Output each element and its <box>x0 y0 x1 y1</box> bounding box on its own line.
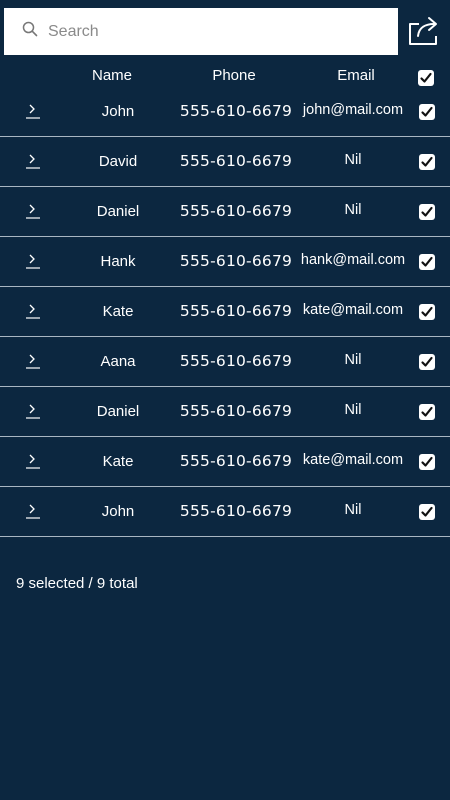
contact-name: John <box>101 103 135 120</box>
table-row[interactable]: John 555-610-6679 john@mail.com <box>0 87 450 137</box>
checkmark-icon <box>420 72 432 83</box>
chevron-right-icon[interactable] <box>26 451 40 469</box>
checkmark-icon <box>421 306 433 317</box>
select-all-checkbox[interactable] <box>418 70 434 86</box>
contact-phone: 555-610-6679 <box>179 152 293 170</box>
chevron-right-icon[interactable] <box>26 301 40 319</box>
contact-email: kate@mail.com <box>302 452 404 468</box>
row-checkbox[interactable] <box>419 254 435 270</box>
search-icon <box>22 21 38 42</box>
chevron-right-icon[interactable] <box>26 151 40 169</box>
table-header: Name Phone Email <box>0 64 450 88</box>
search-input[interactable] <box>46 21 350 42</box>
contact-email: john@mail.com <box>302 102 404 118</box>
selection-status: 9 selected / 9 total <box>16 575 138 592</box>
contact-name: Aana <box>100 353 136 370</box>
chevron-right-icon[interactable] <box>26 101 40 119</box>
table-row[interactable]: Aana 555-610-6679 Nil <box>0 337 450 387</box>
table-row[interactable]: Hank 555-610-6679 hank@mail.com <box>0 237 450 287</box>
column-header-email: Email <box>337 67 375 84</box>
row-checkbox[interactable] <box>419 104 435 120</box>
contact-email: Nil <box>344 502 362 518</box>
contact-phone: 555-610-6679 <box>179 252 293 270</box>
contact-phone: 555-610-6679 <box>179 352 293 370</box>
chevron-right-icon[interactable] <box>26 501 40 519</box>
chevron-right-icon[interactable] <box>26 401 40 419</box>
table-row[interactable]: Daniel 555-610-6679 Nil <box>0 187 450 237</box>
checkmark-icon <box>421 356 433 367</box>
contact-name: John <box>101 503 135 520</box>
contact-email: kate@mail.com <box>302 302 404 318</box>
contact-email: Nil <box>344 152 362 168</box>
row-checkbox[interactable] <box>419 204 435 220</box>
table-row[interactable]: Kate 555-610-6679 kate@mail.com <box>0 287 450 337</box>
chevron-right-icon[interactable] <box>26 251 40 269</box>
contact-phone: 555-610-6679 <box>179 402 293 420</box>
table-row[interactable]: Daniel 555-610-6679 Nil <box>0 387 450 437</box>
checkmark-icon <box>421 106 433 117</box>
contact-email: hank@mail.com <box>300 252 406 268</box>
row-checkbox[interactable] <box>419 454 435 470</box>
checkmark-icon <box>421 456 433 467</box>
contact-phone: 555-610-6679 <box>179 102 293 120</box>
checkmark-icon <box>421 406 433 417</box>
share-icon <box>406 17 442 52</box>
row-checkbox[interactable] <box>419 354 435 370</box>
checkmark-icon <box>421 156 433 167</box>
column-header-phone: Phone <box>212 67 256 84</box>
contact-email: Nil <box>344 352 362 368</box>
contact-phone: 555-610-6679 <box>179 302 293 320</box>
contact-name: Daniel <box>96 203 140 220</box>
table-row[interactable]: John 555-610-6679 Nil <box>0 487 450 537</box>
chevron-right-icon[interactable] <box>26 351 40 369</box>
row-checkbox[interactable] <box>419 404 435 420</box>
checkmark-icon <box>421 506 433 517</box>
table-row[interactable]: David 555-610-6679 Nil <box>0 137 450 187</box>
contact-name: Kate <box>102 303 134 320</box>
top-bar <box>0 0 450 64</box>
checkmark-icon <box>421 256 433 267</box>
contact-name: Kate <box>102 453 134 470</box>
contact-phone: 555-610-6679 <box>179 502 293 520</box>
row-checkbox[interactable] <box>419 154 435 170</box>
contact-name: Hank <box>100 253 136 270</box>
checkmark-icon <box>421 206 433 217</box>
contact-email: Nil <box>344 402 362 418</box>
contact-phone: 555-610-6679 <box>179 202 293 220</box>
contact-name: David <box>98 153 138 170</box>
contact-phone: 555-610-6679 <box>179 452 293 470</box>
row-checkbox[interactable] <box>419 304 435 320</box>
share-button[interactable] <box>406 14 442 48</box>
column-header-name: Name <box>91 67 133 84</box>
search-bar[interactable] <box>4 8 398 55</box>
contact-email: Nil <box>344 202 362 218</box>
contact-list: John 555-610-6679 john@mail.com David 55… <box>0 87 450 537</box>
row-checkbox[interactable] <box>419 504 435 520</box>
chevron-right-icon[interactable] <box>26 201 40 219</box>
table-row[interactable]: Kate 555-610-6679 kate@mail.com <box>0 437 450 487</box>
contact-name: Daniel <box>96 403 140 420</box>
